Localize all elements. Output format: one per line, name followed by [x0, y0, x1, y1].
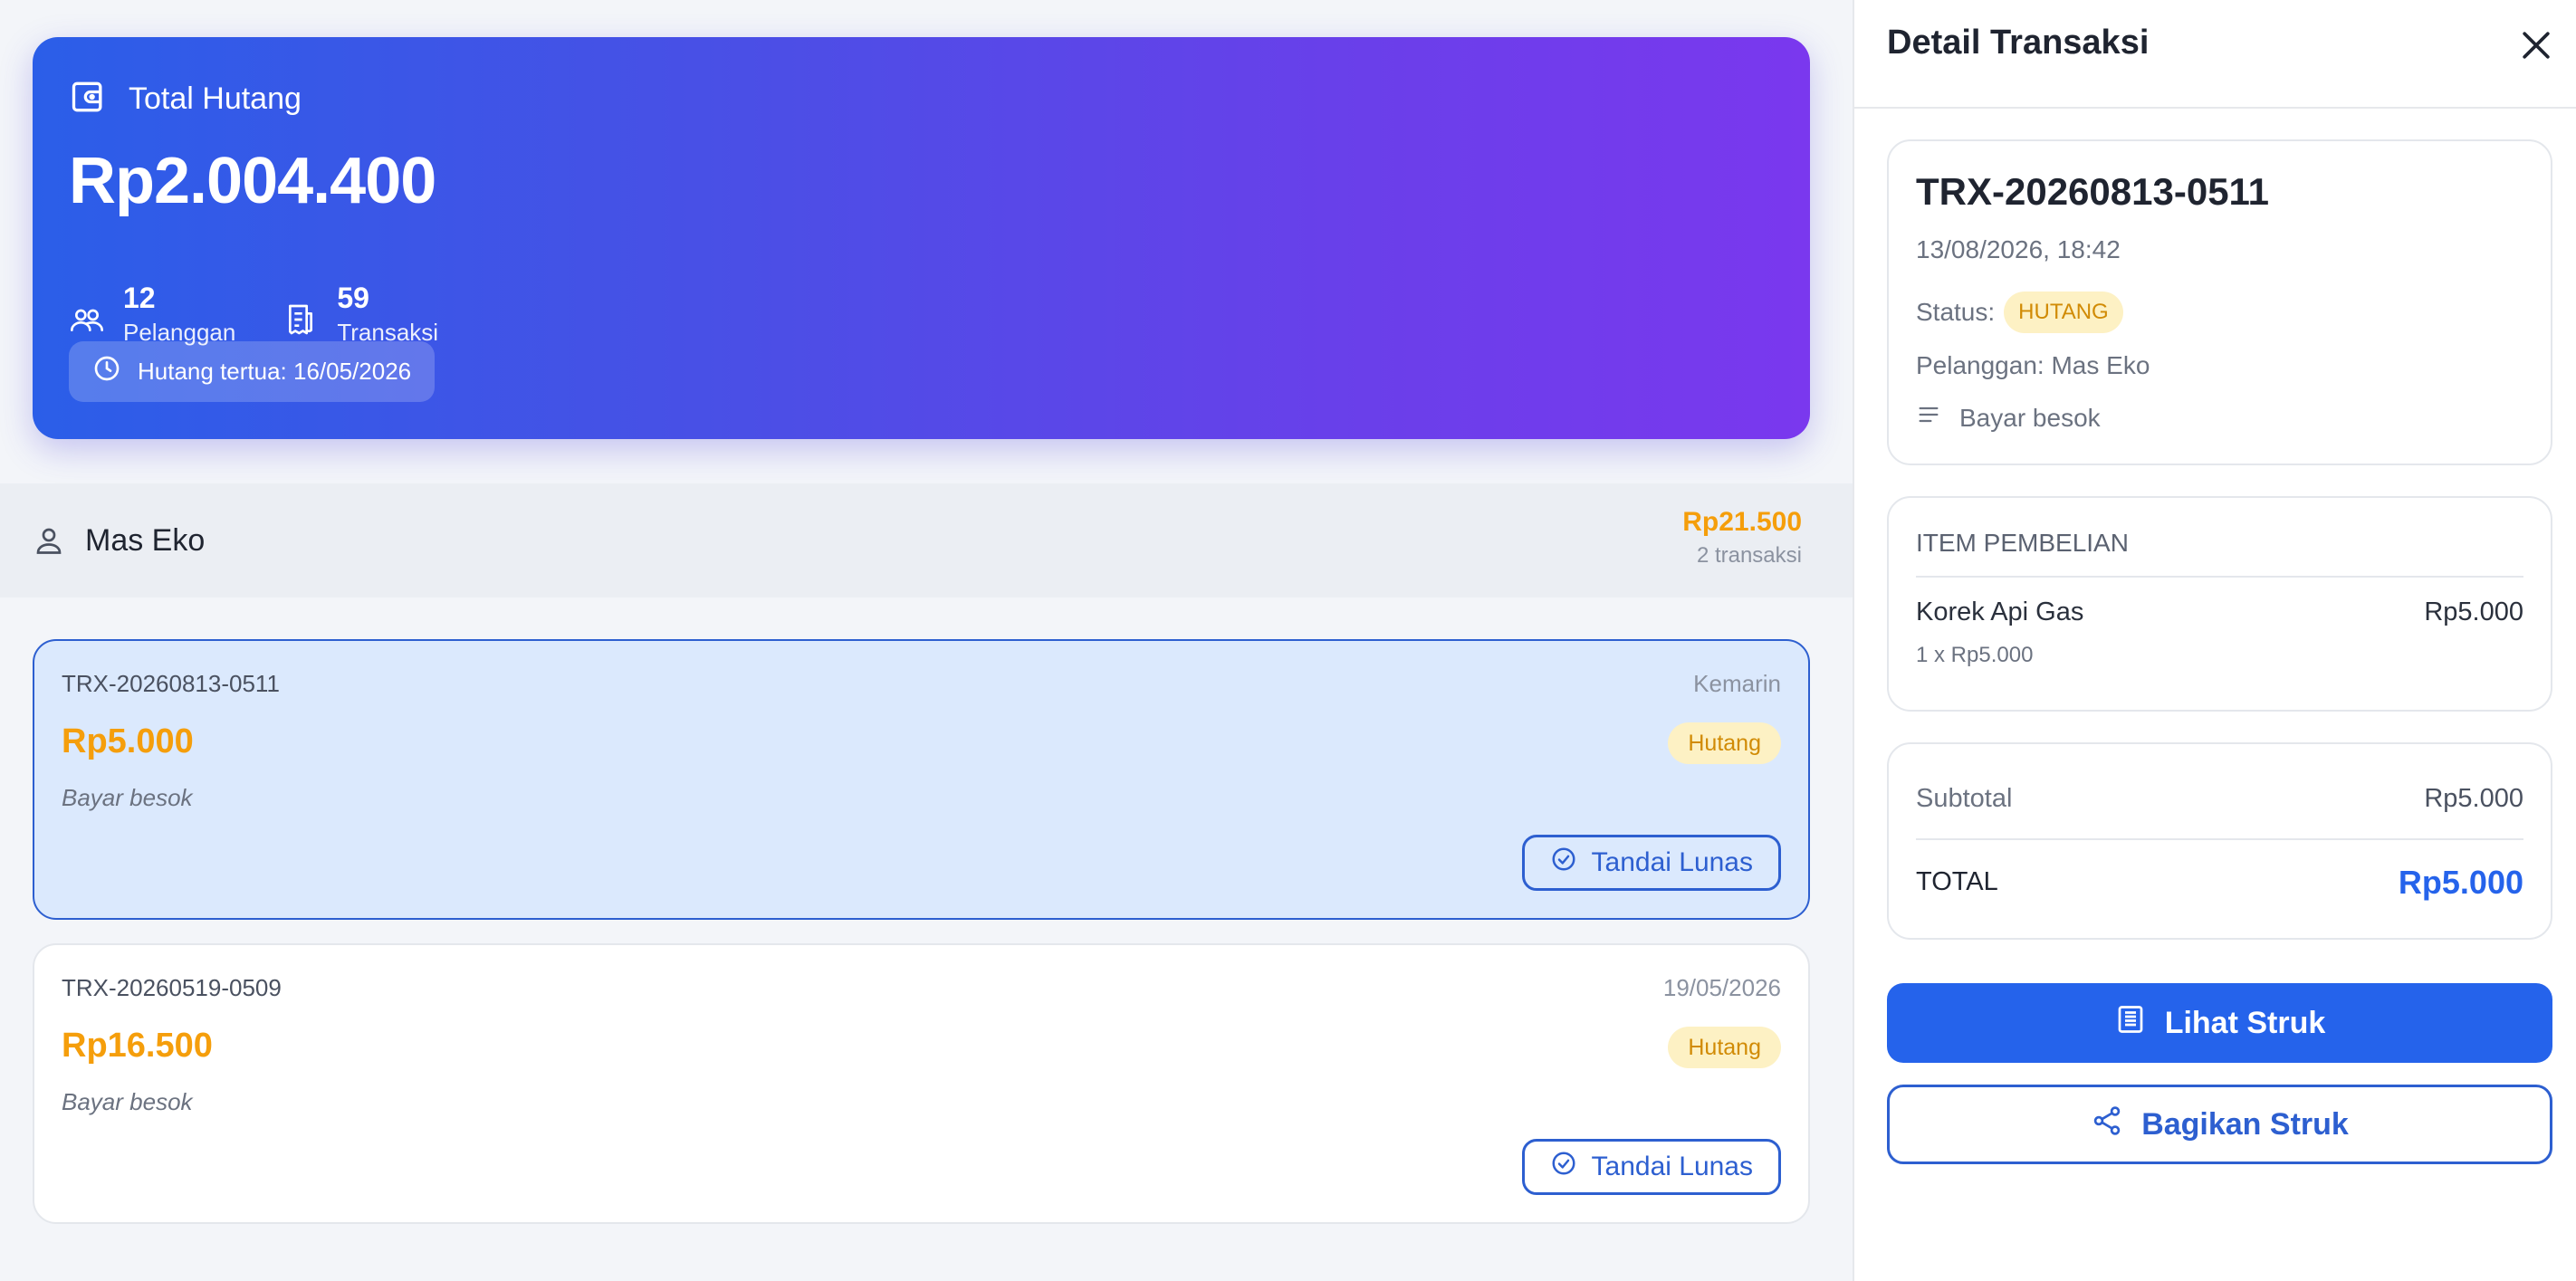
lines-icon	[1916, 402, 1941, 434]
subtotal-value: Rp5.000	[2424, 784, 2523, 813]
total-label: TOTAL	[1916, 867, 1998, 896]
debt-summary-card: Total Hutang Rp2.004.400 12 Pelanggan 59…	[33, 37, 1810, 439]
total-debt-amount: Rp2.004.400	[69, 145, 436, 217]
customer-name: Mas Eko	[85, 522, 206, 558]
view-receipt-label: Lihat Struk	[2164, 1005, 2326, 1040]
detail-datetime: 13/08/2026, 18:42	[1916, 235, 2121, 263]
check-circle-icon	[1550, 1150, 1577, 1184]
mark-paid-button[interactable]: Tandai Lunas	[1521, 1139, 1781, 1195]
status-badge: Hutang	[1668, 722, 1781, 764]
transactions-count: 59	[337, 282, 369, 314]
users-icon	[69, 280, 105, 342]
stat-transactions: 59 Transaksi	[282, 280, 438, 349]
status-badge: Hutang	[1668, 1027, 1781, 1068]
debt-list-pane: Total Hutang Rp2.004.400 12 Pelanggan 59…	[0, 0, 1853, 1281]
receipt-icon	[2114, 1003, 2147, 1044]
detail-title: Detail Transaksi	[1887, 24, 2150, 62]
summary-stats: 12 Pelanggan 59 Transaksi	[69, 280, 438, 349]
transaction-card-selected[interactable]: TRX-20260813-0511 Kemarin Rp5.000 Hutang…	[33, 639, 1810, 920]
app: Total Hutang Rp2.004.400 12 Pelanggan 59…	[0, 0, 2576, 1281]
oldest-debt-text: Hutang tertua: 16/05/2026	[138, 358, 412, 385]
oldest-debt-chip: Hutang tertua: 16/05/2026	[69, 341, 436, 402]
customers-count: 12	[123, 282, 156, 314]
check-circle-icon	[1550, 846, 1577, 880]
summary-header: Total Hutang	[69, 77, 302, 121]
stat-customers: 12 Pelanggan	[69, 280, 235, 349]
totals-card: Subtotal Rp5.000 TOTAL Rp5.000	[1887, 742, 2552, 940]
transaction-id: TRX-20260519-0509	[62, 974, 282, 1001]
person-icon	[33, 524, 65, 557]
item-quantity: 1 x Rp5.000	[1916, 643, 2034, 667]
transaction-info-card: TRX-20260813-0511 13/08/2026, 18:42 Stat…	[1887, 139, 2552, 465]
items-divider	[1916, 576, 2523, 578]
transaction-amount: Rp5.000	[62, 722, 194, 760]
item-price: Rp5.000	[2424, 597, 2523, 626]
transaction-detail-panel: Detail Transaksi TRX-20260813-0511 13/08…	[1853, 0, 2576, 1281]
subtotal-label: Subtotal	[1916, 784, 2013, 813]
customer-group-header[interactable]: Mas Eko Rp21.500 2 transaksi	[0, 483, 1853, 597]
detail-status-label: Status:	[1916, 298, 1996, 326]
receipt-icon	[282, 280, 319, 342]
items-title: ITEM PEMBELIAN	[1916, 529, 2129, 557]
transaction-note: Bayar besok	[62, 784, 193, 811]
mark-paid-button[interactable]: Tandai Lunas	[1521, 835, 1781, 891]
summary-title: Total Hutang	[129, 81, 302, 116]
customer-transaction-count: 2 transaksi	[1696, 543, 1802, 568]
share-icon	[2091, 1104, 2123, 1145]
mark-paid-label: Tandai Lunas	[1591, 847, 1753, 877]
detail-status-row: Status: HUTANG	[1916, 292, 2123, 333]
share-receipt-label: Bagikan Struk	[2141, 1106, 2349, 1142]
detail-header: Detail Transaksi	[1854, 0, 2576, 109]
status-badge: HUTANG	[2004, 292, 2123, 333]
transaction-amount: Rp16.500	[62, 1027, 213, 1065]
clock-icon	[92, 354, 121, 389]
total-value: Rp5.000	[2398, 864, 2523, 901]
share-receipt-button[interactable]: Bagikan Struk	[1887, 1085, 2552, 1164]
wallet-icon	[69, 77, 109, 121]
detail-transaction-id: TRX-20260813-0511	[1916, 170, 2269, 213]
purchase-items-card: ITEM PEMBELIAN Korek Api Gas Rp5.000 1 x…	[1887, 496, 2552, 712]
transaction-note: Bayar besok	[62, 1088, 193, 1115]
customer-summary: Rp21.500 2 transaksi	[1682, 507, 1802, 569]
customer-total: Rp21.500	[1682, 507, 1802, 537]
detail-note-row: Bayar besok	[1916, 402, 2101, 434]
transaction-date: Kemarin	[1693, 670, 1781, 697]
item-name: Korek Api Gas	[1916, 597, 2084, 626]
transaction-id: TRX-20260813-0511	[62, 670, 280, 697]
transaction-date: 19/05/2026	[1662, 974, 1781, 1001]
totals-divider	[1916, 838, 2523, 840]
close-icon[interactable]	[2516, 25, 2556, 65]
detail-customer: Pelanggan: Mas Eko	[1916, 351, 2150, 379]
transaction-card[interactable]: TRX-20260519-0509 19/05/2026 Rp16.500 Hu…	[33, 943, 1810, 1224]
detail-note: Bayar besok	[1959, 403, 2101, 432]
view-receipt-button[interactable]: Lihat Struk	[1887, 983, 2552, 1063]
mark-paid-label: Tandai Lunas	[1591, 1152, 1753, 1181]
